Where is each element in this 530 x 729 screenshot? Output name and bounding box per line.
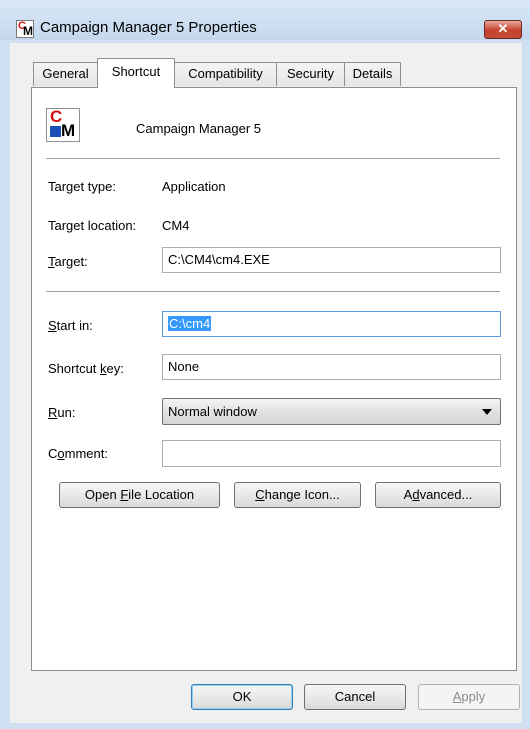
shortcut-key-label: Shortcut key: (48, 361, 124, 376)
window-title: Campaign Manager 5 Properties (40, 19, 257, 36)
tab-security[interactable]: Security (276, 62, 345, 86)
tab-general-label: General (42, 66, 89, 81)
target-type-label: Target type: (48, 179, 116, 194)
target-label: Target: (48, 254, 88, 269)
start-in-field[interactable]: C:\cm4 (162, 311, 501, 337)
tab-security-label: Security (287, 66, 334, 81)
open-file-location-button[interactable]: Open File Location (59, 482, 220, 508)
tab-details[interactable]: Details (344, 62, 401, 86)
tab-general[interactable]: General (33, 62, 98, 86)
tab-compatibility[interactable]: Compatibility (174, 62, 277, 86)
tab-details-label: Details (352, 66, 393, 81)
app-title-icon: CM (16, 20, 34, 38)
shortcut-key-field[interactable]: None (162, 354, 501, 380)
ok-button[interactable]: OK (191, 684, 293, 710)
title-bar[interactable]: CM Campaign Manager 5 Properties ✕ (0, 0, 530, 40)
change-icon-button[interactable]: Change Icon... (234, 482, 361, 508)
comment-label: Comment: (48, 446, 108, 461)
target-location-label: Target location: (48, 218, 137, 233)
shortcut-app-icon: CM (46, 107, 80, 142)
advanced-button[interactable]: Advanced... (375, 482, 501, 508)
target-field[interactable]: C:\CM4\cm4.EXE (162, 247, 501, 273)
apply-button: Apply (418, 684, 520, 710)
comment-field[interactable] (162, 440, 501, 467)
target-location-value: CM4 (162, 218, 190, 233)
tab-shortcut-label: Shortcut (111, 64, 161, 79)
properties-window: CM Campaign Manager 5 Properties ✕ Gener… (0, 0, 530, 729)
run-label: Run: (48, 405, 76, 420)
cancel-button[interactable]: Cancel (304, 684, 406, 710)
app-name: Campaign Manager 5 (136, 121, 262, 136)
target-type-value: Application (162, 179, 226, 194)
chevron-down-icon (482, 409, 492, 415)
separator (46, 158, 500, 159)
run-dropdown[interactable]: Normal window (162, 398, 501, 425)
start-in-label: Start in: (48, 318, 93, 333)
tab-shortcut[interactable]: Shortcut (97, 58, 175, 88)
separator (46, 291, 500, 292)
close-icon: ✕ (497, 21, 509, 36)
tab-compatibility-label: Compatibility (188, 66, 263, 81)
close-button[interactable]: ✕ (484, 20, 522, 39)
